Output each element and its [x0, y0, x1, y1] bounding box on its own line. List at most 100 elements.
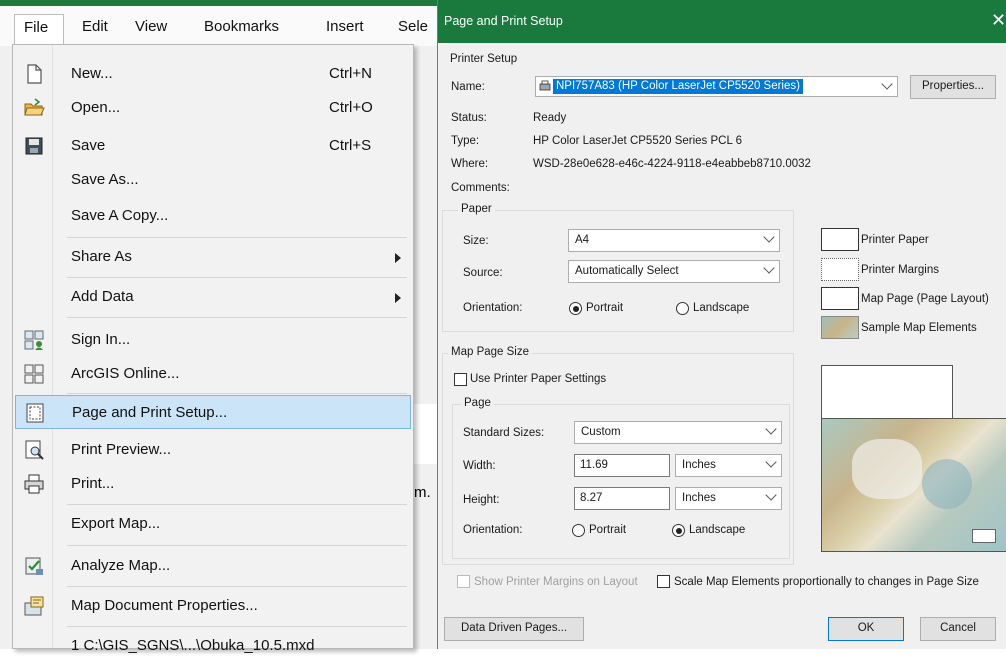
printer-name-value: NPI757A83 (HP Color LaserJet CP5520 Seri… — [553, 79, 803, 94]
standard-sizes-select[interactable]: Custom — [574, 421, 782, 444]
print-preview-icon — [25, 440, 44, 460]
paper-portrait-label: Portrait — [586, 302, 624, 314]
chevron-down-icon — [763, 262, 775, 274]
page-orientation-label: Orientation: — [463, 524, 523, 536]
width-unit-select[interactable]: Inches — [675, 454, 782, 477]
standard-sizes-label: Standard Sizes: — [463, 427, 545, 439]
status-label: Status: — [451, 112, 487, 124]
menu-separator — [67, 277, 407, 278]
menu-separator — [67, 393, 407, 394]
paper-size-label: Size: — [463, 235, 489, 247]
menu-item-label: Page and Print Setup... — [72, 404, 228, 421]
menu-item-label: Add Data — [71, 288, 134, 305]
paper-source-value: Automatically Select — [575, 265, 679, 277]
menu-item-new[interactable]: New... Ctrl+N — [15, 57, 411, 91]
menu-item-print-preview[interactable]: Print Preview... — [15, 433, 411, 467]
menu-view[interactable]: View — [135, 18, 167, 35]
page-subgroup-title: Page — [461, 397, 494, 409]
menu-item-analyze-map[interactable]: Analyze Map... — [15, 549, 411, 583]
width-label: Width: — [463, 460, 496, 472]
paper-source-label: Source: — [463, 267, 503, 279]
paper-size-value: A4 — [575, 234, 590, 246]
menu-item-recent-file[interactable]: 1 C:\GIS_SGNS\...\Obuka_10.5.mxd — [15, 629, 411, 663]
printer-name-select[interactable]: NPI757A83 (HP Color LaserJet CP5520 Seri… — [535, 76, 898, 97]
legend-printer-paper: Printer Paper — [861, 234, 929, 246]
printer-paper-swatch — [821, 228, 859, 251]
menu-item-open[interactable]: Open... Ctrl+O — [15, 91, 411, 125]
analyze-map-icon — [25, 557, 43, 575]
menu-separator — [67, 626, 407, 627]
where-value: WSD-28e0e628-e46c-4224-9118-e4eabbeb8710… — [533, 158, 811, 170]
close-icon[interactable]: ✕ — [991, 10, 1006, 31]
menu-file[interactable]: File — [14, 14, 64, 46]
menu-item-arcgis-online[interactable]: ArcGIS Online... — [15, 357, 411, 391]
menu-edit[interactable]: Edit — [82, 18, 108, 35]
data-driven-pages-button[interactable]: Data Driven Pages... — [444, 617, 584, 641]
width-input[interactable]: 11.69 — [574, 454, 670, 477]
height-input[interactable]: 8.27 — [574, 487, 670, 510]
page-landscape-radio[interactable] — [672, 524, 685, 537]
menu-item-label: Save A Copy... — [71, 207, 169, 224]
menu-item-add-data[interactable]: Add Data — [15, 280, 411, 314]
menu-item-shortcut: Ctrl+O — [329, 99, 373, 116]
menu-item-page-and-print-setup[interactable]: Page and Print Setup... — [15, 395, 411, 429]
menu-item-print[interactable]: Print... — [15, 467, 411, 501]
save-disk-icon — [25, 137, 43, 155]
menu-item-label: Print... — [71, 475, 115, 492]
height-value: 8.27 — [580, 492, 603, 504]
menu-bookmarks[interactable]: Bookmarks — [204, 18, 279, 35]
show-margins-checkbox[interactable] — [457, 575, 470, 588]
paper-size-select[interactable]: A4 — [568, 229, 780, 252]
use-printer-paper-checkbox[interactable] — [454, 373, 467, 386]
menu-item-map-document-properties[interactable]: Map Document Properties... — [15, 589, 411, 623]
menu-item-label: Print Preview... — [71, 441, 172, 458]
map-page-swatch — [821, 287, 859, 310]
scale-elements-checkbox[interactable] — [657, 575, 670, 588]
page-print-setup-dialog: Page and Print Setup ✕ Printer Setup Nam… — [437, 0, 1006, 649]
menu-item-sign-in[interactable]: Sign In... — [15, 323, 411, 357]
menu-item-save-a-copy[interactable]: Save A Copy... — [15, 199, 411, 233]
menu-item-export-map[interactable]: Export Map... — [15, 507, 411, 541]
menu-item-share-as[interactable]: Share As — [15, 240, 411, 274]
menu-item-label: Share As — [71, 248, 132, 265]
menu-item-save[interactable]: Save Ctrl+S — [15, 129, 411, 163]
menu-item-label: Save As... — [71, 171, 139, 188]
properties-button[interactable]: Properties... — [910, 75, 996, 99]
type-label: Type: — [451, 135, 480, 147]
height-label: Height: — [463, 494, 500, 506]
standard-sizes-value: Custom — [581, 426, 621, 438]
printer-setup-heading: Printer Setup — [450, 53, 518, 65]
paper-source-select[interactable]: Automatically Select — [568, 260, 780, 283]
map-water-shape — [922, 459, 972, 509]
dialog-title-bar: Page and Print Setup ✕ — [438, 0, 1006, 43]
document-properties-icon — [24, 596, 44, 616]
paper-landscape-label: Landscape — [693, 302, 750, 314]
menu-item-label: New... — [71, 65, 113, 82]
map-page-preview — [821, 418, 1006, 552]
menu-insert[interactable]: Insert — [326, 18, 364, 35]
paper-portrait-radio[interactable] — [569, 302, 582, 315]
paper-orientation-label: Orientation: — [463, 302, 523, 314]
menu-item-shortcut: Ctrl+N — [329, 65, 372, 82]
cancel-button[interactable]: Cancel — [920, 617, 996, 641]
paper-landscape-radio[interactable] — [676, 302, 689, 315]
use-printer-paper-label: Use Printer Paper Settings — [470, 373, 607, 385]
menu-bar: File Edit View Bookmarks Insert Sele — [0, 6, 440, 46]
width-unit-value: Inches — [682, 459, 716, 471]
arcgis-online-grid-icon — [24, 364, 44, 384]
menu-item-label: Sign In... — [71, 331, 131, 348]
show-margins-label: Show Printer Margins on Layout — [474, 576, 638, 588]
menu-separator — [67, 237, 407, 238]
menu-selection[interactable]: Sele — [398, 18, 428, 35]
page-portrait-radio[interactable] — [572, 524, 585, 537]
menu-separator — [67, 586, 407, 587]
menu-item-save-as[interactable]: Save As... — [15, 163, 411, 197]
printer-name-label: Name: — [451, 81, 485, 93]
legend-printer-margins: Printer Margins — [861, 264, 939, 276]
width-value: 11.69 — [580, 459, 608, 471]
height-unit-select[interactable]: Inches — [675, 487, 782, 510]
ok-button[interactable]: OK — [828, 617, 904, 641]
map-legend-inset — [972, 529, 996, 543]
map-highland-shape — [852, 439, 922, 499]
printer-margins-swatch — [821, 258, 859, 281]
